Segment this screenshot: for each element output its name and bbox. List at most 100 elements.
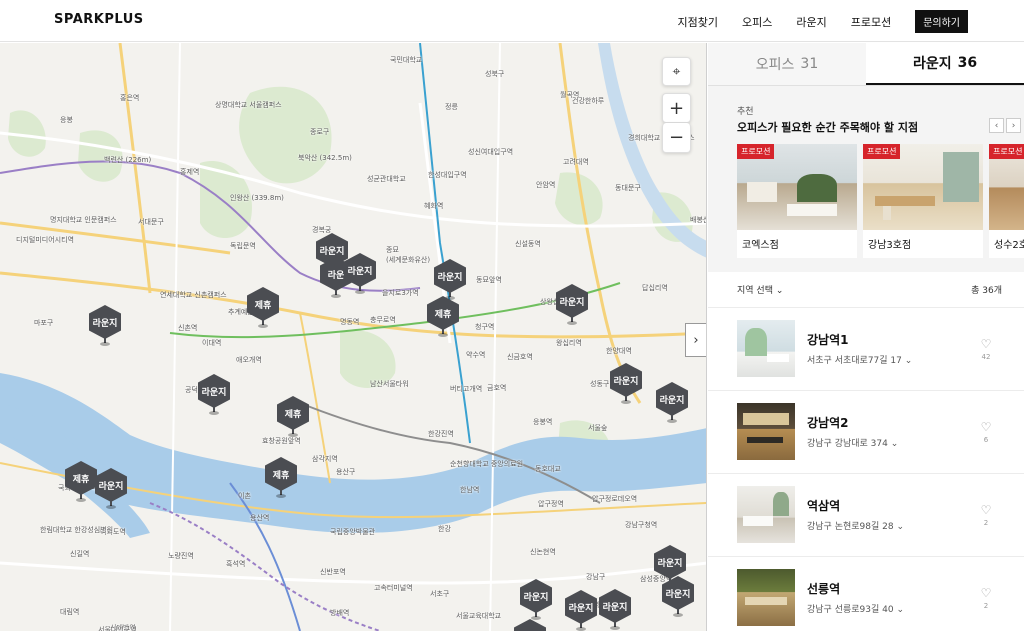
map-label: 동대문구 <box>615 184 641 192</box>
carousel-next-button[interactable]: › <box>1006 118 1021 133</box>
like-button[interactable]: ♡ 2 <box>978 587 994 610</box>
map-pin[interactable]: 라운지 <box>662 576 694 618</box>
zoom-in-button[interactable]: + <box>662 93 691 123</box>
map-pin[interactable]: 라운지 <box>514 619 546 631</box>
map-label: 한남역 <box>460 486 480 494</box>
map-label: 한강 <box>438 525 451 533</box>
branch-row-yeoksam[interactable]: 역삼역 강남구 논현로98길 28 ⌄ ♡ 2 <box>708 474 1024 557</box>
nav-lounge[interactable]: 라운지 <box>796 14 826 30</box>
map-label: 버티고개역 <box>450 385 483 393</box>
map-label: 서울교육대학교 <box>456 612 502 620</box>
recommend-title: 오피스가 필요한 순간 주목해야 할 지점 <box>737 121 919 134</box>
map-label: 종묘 <box>386 246 399 254</box>
map-pin-label: 라운지 <box>520 579 552 613</box>
tab-lounge[interactable]: 라운지 36 <box>866 43 1024 85</box>
map-pin[interactable]: 라운지 <box>344 253 376 295</box>
map-pin[interactable]: 라운지 <box>556 284 588 326</box>
map-pin-label: 라운지 <box>556 284 588 318</box>
map-label: 답십리역 <box>642 284 668 292</box>
map-label: 서초구 <box>430 590 450 598</box>
map-label: 남산서울타워 <box>370 380 409 388</box>
carousel-prev-button[interactable]: ‹ <box>989 118 1004 133</box>
map-label: 금호역 <box>487 384 507 392</box>
map-pin[interactable]: 제휴 <box>65 461 97 503</box>
chevron-down-icon[interactable]: ⌄ <box>891 439 899 449</box>
branch-row-gangnam1[interactable]: 강남역1 서초구 서초대로77길 17 ⌄ ♡ 42 <box>708 308 1024 391</box>
heart-icon: ♡ <box>980 420 992 434</box>
map-label: 성균관대학교 <box>367 175 406 183</box>
recommend-card-gangnam3[interactable]: 프로모션 강남3호점 <box>863 144 983 258</box>
map-pin[interactable]: 제휴 <box>247 287 279 329</box>
map-label: 용산역 <box>250 514 270 522</box>
map-pin-label: 라운지 <box>89 305 121 339</box>
branch-row-seolleung[interactable]: 선릉역 강남구 선릉로93길 40 ⌄ ♡ 2 <box>708 557 1024 631</box>
map-label: 신길역 <box>70 550 90 558</box>
map-pin-shadow <box>576 627 586 631</box>
chevron-down-icon[interactable]: ⌄ <box>896 605 904 615</box>
branch-name: 강남역2 <box>807 416 849 430</box>
map-pin[interactable]: 라운지 <box>434 259 466 301</box>
map-label: 응봉역 <box>533 418 553 426</box>
map-label: 순천향대학교 중앙의료원 <box>450 460 524 468</box>
map-pin[interactable]: 라운지 <box>95 468 127 510</box>
map-pin[interactable]: 제휴 <box>265 457 297 499</box>
map-pin[interactable]: 라운지 <box>599 589 631 631</box>
nav-office[interactable]: 오피스 <box>742 14 772 30</box>
map-label: 북악산 (342.5m) <box>298 154 352 162</box>
map-label: 이대역 <box>202 339 222 347</box>
locate-button[interactable]: ⌖ <box>662 57 691 86</box>
map-label: 신논현역 <box>530 548 556 556</box>
chevron-down-icon[interactable]: ⌄ <box>896 522 904 532</box>
tab-lounge-count: 36 <box>957 55 978 71</box>
heart-icon: ♡ <box>980 503 992 517</box>
map-view[interactable]: 국민대학교 성북구 정릉 월곡역 건강한하루 상명대학교 서울캠퍼스 홍은역 응봉 종로구 북악산… <box>0 43 707 631</box>
branch-list: 강남역1 서초구 서초대로77길 17 ⌄ ♡ 42 강남역2 강남구 강남대로… <box>708 308 1024 631</box>
map-pin[interactable]: 제휴 <box>277 396 309 438</box>
recommend-card-seongsu2[interactable]: 프로모션 성수2호 <box>989 144 1024 258</box>
map-pin-label: 라운지 <box>656 382 688 416</box>
nav-find-branch[interactable]: 지점찾기 <box>677 14 717 30</box>
map-pin[interactable]: 라운지 <box>520 579 552 621</box>
heart-icon: ♡ <box>980 586 992 600</box>
map-pin[interactable]: 라운지 <box>610 363 642 405</box>
like-button[interactable]: ♡ 6 <box>978 421 994 444</box>
map-pin-label: 제휴 <box>427 296 459 330</box>
region-select[interactable]: 지역 선택 ⌄ <box>737 283 783 296</box>
map-label: 삼각지역 <box>312 455 338 463</box>
tab-office[interactable]: 오피스 31 <box>708 43 866 85</box>
map-pin[interactable]: 라운지 <box>198 374 230 416</box>
map-pin[interactable]: 라운지 <box>656 382 688 424</box>
filter-bar: 지역 선택 ⌄ 총 36개 <box>708 272 1024 308</box>
map-label: 성동구 <box>590 380 610 388</box>
branch-name: 선릉역 <box>807 582 841 596</box>
branch-name: 역삼역 <box>807 499 841 513</box>
map-pin-label: 라운지 <box>599 589 631 623</box>
map-pin-label: 라운지 <box>434 259 466 293</box>
map-pin[interactable]: 라운지 <box>89 305 121 347</box>
expand-map-button[interactable]: › <box>685 323 706 357</box>
nav-promotion[interactable]: 프로모션 <box>851 14 891 30</box>
logo[interactable]: SPARKPLUS <box>54 12 144 27</box>
inquiry-button[interactable]: 문의하기 <box>915 10 968 33</box>
map-label: 대림역 <box>60 608 80 616</box>
region-select-label: 지역 선택 <box>737 286 773 296</box>
branch-row-gangnam2[interactable]: 강남역2 강남구 강남대로 374 ⌄ ♡ 6 <box>708 391 1024 474</box>
map-label: 강남구 <box>586 573 606 581</box>
map-label: (세계문화유산) <box>386 256 431 264</box>
map-label: 정릉 <box>445 103 458 111</box>
map-pin[interactable]: 라운지 <box>565 590 597 631</box>
promo-badge: 프로모션 <box>863 144 901 159</box>
like-button[interactable]: ♡ 2 <box>978 504 994 527</box>
map-pin-label: 제휴 <box>247 287 279 321</box>
map-pin-shadow <box>610 626 620 630</box>
zoom-out-button[interactable]: − <box>662 123 691 153</box>
map-label: 왕십리역 <box>556 339 582 347</box>
recommend-card-coex[interactable]: 프로모션 코엑스점 <box>737 144 857 258</box>
map-pin[interactable]: 제휴 <box>427 296 459 338</box>
map-pin-shadow <box>331 294 341 298</box>
map-label: 마포구 <box>34 319 54 327</box>
like-button[interactable]: ♡ 42 <box>978 338 994 361</box>
map-label: 을지로3가역 <box>382 289 419 297</box>
map-pin-shadow <box>438 333 448 337</box>
chevron-down-icon[interactable]: ⌄ <box>905 356 913 366</box>
